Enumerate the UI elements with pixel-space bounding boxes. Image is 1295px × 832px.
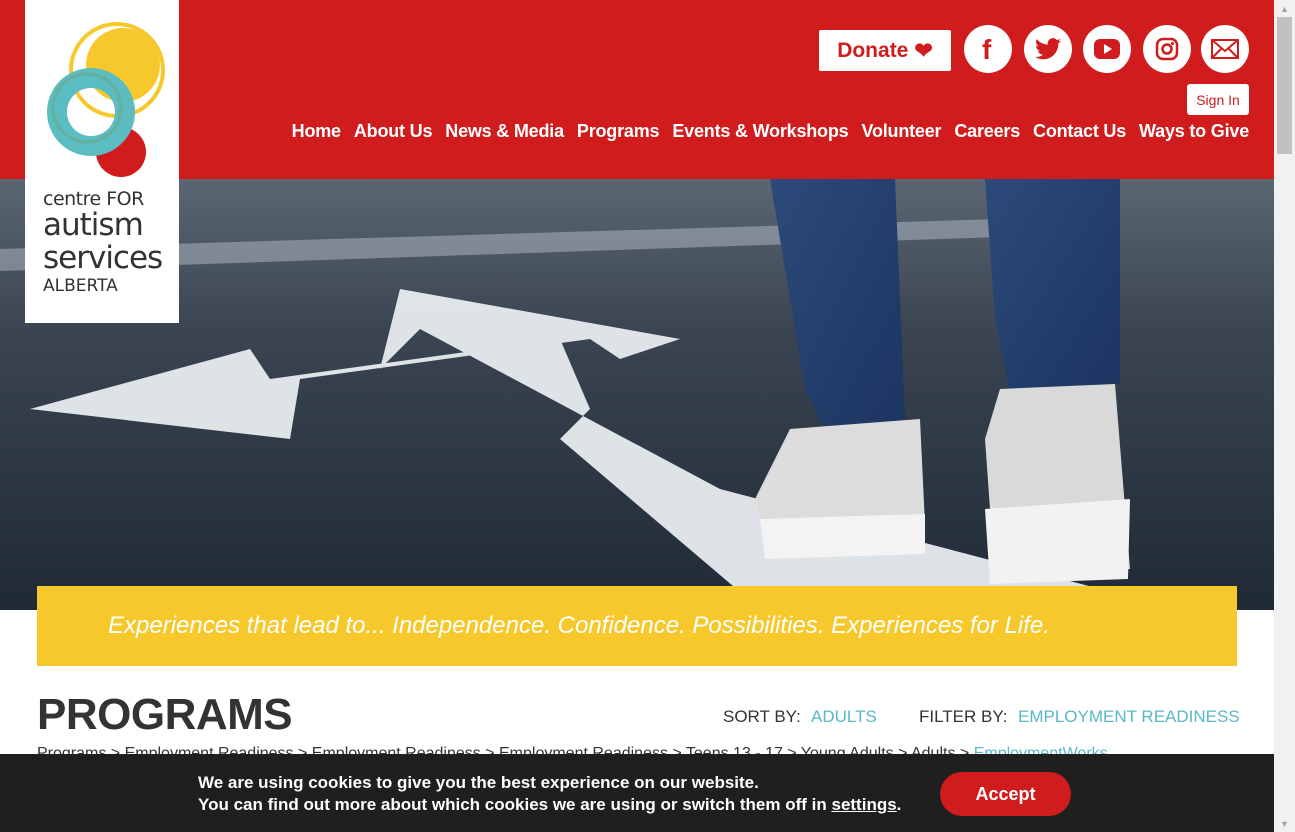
scroll-up-icon[interactable]: ▲ (1274, 0, 1295, 17)
logo-circles-icon (47, 22, 165, 177)
page-title: PROGRAMS (37, 690, 293, 739)
youtube-icon[interactable] (1083, 25, 1131, 73)
sign-in-button[interactable]: Sign In (1187, 84, 1249, 115)
donate-label: Donate (837, 38, 909, 62)
filter-label: FILTER BY: (919, 707, 1008, 726)
cookie-line-2-end: . (896, 795, 902, 814)
logo-line-alberta: ALBERTA (43, 276, 118, 296)
cookie-line-2: You can find out more about which cookie… (198, 794, 901, 816)
sort-label: SORT BY: (723, 707, 801, 726)
email-icon[interactable] (1201, 25, 1249, 73)
main-nav: Home About Us News & Media Programs Even… (292, 121, 1250, 142)
site-logo[interactable]: centre FOR autism services ALBERTA (25, 0, 179, 323)
donate-button[interactable]: Donate ❤ (819, 30, 951, 71)
tagline-text: Experiences that lead to... Independence… (108, 612, 1050, 639)
nav-item-home[interactable]: Home (292, 121, 341, 142)
facebook-icon[interactable]: f (964, 25, 1012, 73)
nav-item-ways-to-give[interactable]: Ways to Give (1139, 121, 1249, 142)
accept-cookies-button[interactable]: Accept (940, 772, 1071, 816)
nav-item-volunteer[interactable]: Volunteer (861, 121, 941, 142)
sort-dropdown[interactable]: ADULTS (811, 707, 877, 727)
nav-item-events-workshops[interactable]: Events & Workshops (672, 121, 848, 142)
cookie-banner: We are using cookies to give you the bes… (0, 754, 1274, 832)
logo-line-services: services (43, 240, 163, 276)
logo-wordmark: centre FOR autism services ALBERTA (43, 190, 163, 296)
nav-item-careers[interactable]: Careers (954, 121, 1020, 142)
hero-image (0, 179, 1274, 610)
filter-dropdown[interactable]: EMPLOYMENT READINESS (1018, 707, 1240, 727)
site-header: Donate ❤ f Sign In Home About Us News & … (0, 0, 1274, 179)
cookie-message: We are using cookies to give you the bes… (198, 772, 901, 816)
nav-item-contact-us[interactable]: Contact Us (1033, 121, 1126, 142)
cookie-settings-link[interactable]: settings (831, 795, 896, 814)
nav-item-programs[interactable]: Programs (577, 121, 660, 142)
tagline-banner: Experiences that lead to... Independence… (37, 586, 1237, 666)
nav-item-about-us[interactable]: About Us (354, 121, 433, 142)
cookie-line-2-text: You can find out more about which cookie… (198, 795, 832, 814)
nav-item-news-media[interactable]: News & Media (445, 121, 564, 142)
instagram-icon[interactable] (1143, 25, 1191, 73)
twitter-icon[interactable] (1024, 25, 1072, 73)
scroll-down-icon[interactable]: ▼ (1274, 815, 1295, 832)
cookie-line-1: We are using cookies to give you the bes… (198, 773, 759, 792)
heart-icon: ❤ (914, 37, 933, 63)
svg-text:f: f (982, 35, 992, 63)
page-scrollbar[interactable]: ▲ ▼ (1274, 0, 1295, 832)
scrollbar-thumb[interactable] (1277, 17, 1292, 154)
logo-line-autism: autism (43, 207, 144, 243)
